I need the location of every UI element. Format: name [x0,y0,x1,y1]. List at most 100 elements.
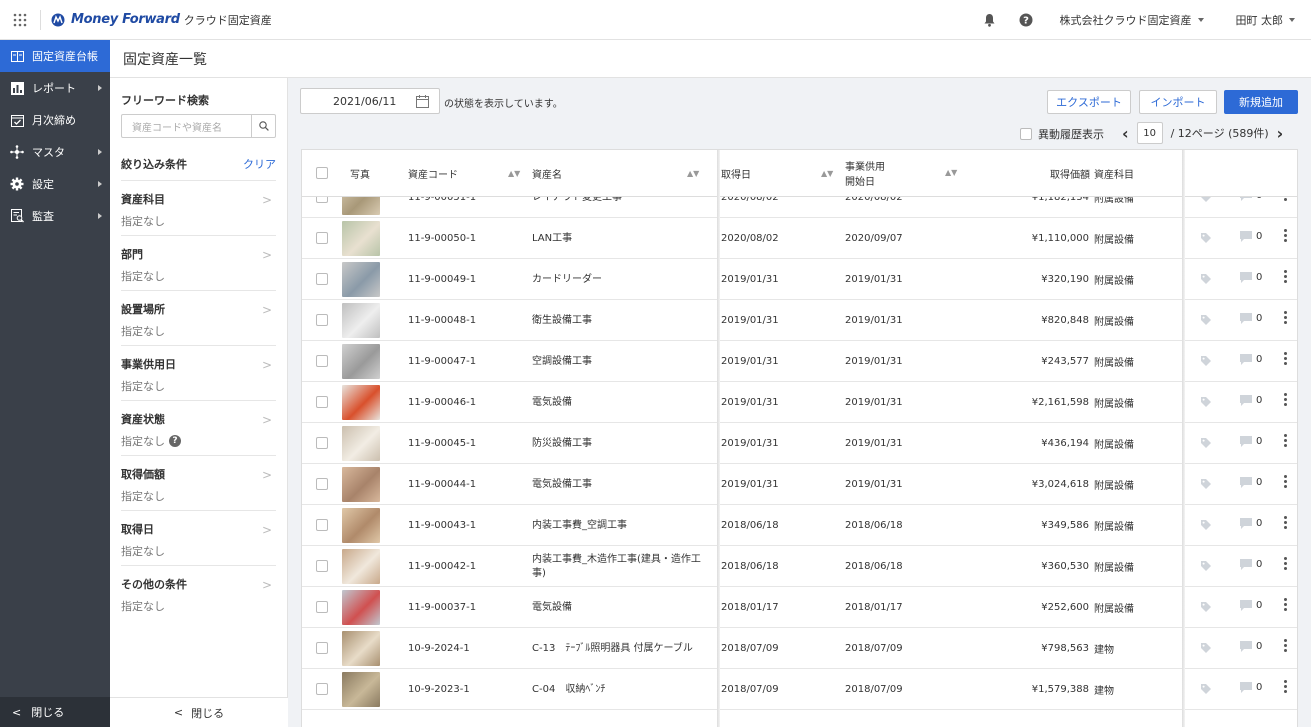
row-checkbox[interactable] [316,601,328,613]
row-checkbox[interactable] [316,519,328,531]
tag-icon[interactable] [1200,560,1212,575]
import-button[interactable]: インポート [1139,90,1217,114]
asset-code[interactable]: 11-9-00046-1 [408,382,476,423]
asset-name[interactable]: 空調設備工事 [532,341,712,382]
company-selector[interactable]: 株式会社クラウド固定資産 [1044,12,1220,28]
table-row[interactable]: 11-9-00046-1 電気設備 2019/01/31 2019/01/31 ¥2,1… [302,382,1297,423]
tag-icon[interactable] [1200,396,1212,411]
tag-icon[interactable] [1200,601,1212,616]
prev-page-icon[interactable]: ‹ [1122,124,1129,143]
tag-icon[interactable] [1200,437,1212,452]
asset-name[interactable]: C-04 収納ﾍﾞﾝﾁ [532,669,712,710]
row-checkbox[interactable] [316,478,328,490]
nav-item-report[interactable]: レポート [0,72,110,104]
row-checkbox[interactable] [316,314,328,326]
col-acquired[interactable]: 取得日 ▲▼ [721,150,833,196]
tag-icon[interactable] [1200,232,1212,247]
table-row[interactable]: 11-9-00045-1 防災設備工事 2019/01/31 2019/01/31 ¥4… [302,423,1297,464]
app-switcher-icon[interactable] [0,13,40,27]
more-options-icon[interactable] [1284,680,1288,695]
asset-code[interactable]: 11-9-00042-1 [408,546,476,587]
filter-group-acquisition-price[interactable]: 取得価額 指定なし > [121,455,276,510]
tag-icon[interactable] [1200,642,1212,657]
more-options-icon[interactable] [1284,598,1288,613]
tag-icon[interactable] [1200,314,1212,329]
comment-count[interactable]: 0 [1240,641,1262,652]
row-checkbox[interactable] [316,273,328,285]
comment-count[interactable]: 0 [1240,395,1262,406]
filter-group-asset-account[interactable]: 資産科目 指定なし > [121,180,276,235]
asset-code[interactable]: 10-9-2023-1 [408,669,470,710]
asset-photo[interactable] [342,590,380,625]
sort-icon[interactable]: ▲▼ [945,168,957,177]
asset-code[interactable]: 11-9-00049-1 [408,259,476,300]
more-options-icon[interactable] [1284,270,1288,285]
row-checkbox[interactable] [316,437,328,449]
asset-name[interactable]: 電気設備工事 [532,464,712,505]
table-row[interactable]: 10-9-2023-1 C-04 収納ﾍﾞﾝﾁ 2018/07/09 2018/07/… [302,669,1297,710]
asset-code[interactable]: 11-9-00043-1 [408,505,476,546]
nav-close-button[interactable]: < 閉じる [0,697,110,727]
table-row[interactable]: 11-9-00048-1 衛生設備工事 2019/01/31 2019/01/31 ¥8… [302,300,1297,341]
select-all-checkbox[interactable] [316,167,328,179]
row-checkbox[interactable] [316,355,328,367]
row-checkbox[interactable] [316,560,328,572]
asset-code[interactable]: 11-9-00048-1 [408,300,476,341]
table-row[interactable]: 11-9-00042-1 内装工事費_木造作工事(建具・造作工事) 2018/06/… [302,546,1297,587]
nav-item-settings[interactable]: 設定 [0,168,110,200]
next-page-icon[interactable]: › [1277,124,1284,143]
asset-photo[interactable] [342,221,380,256]
col-service-start[interactable]: 事業供用 開始日 ▲▼ [845,150,965,196]
table-row[interactable]: 10-9-2024-1 C-13 ﾃｰﾌﾞﾙ照明器具 付属ケーブル 2018/07/… [302,628,1297,669]
user-menu[interactable]: 田町 太郎 [1220,12,1311,28]
asset-name[interactable]: 内装工事費_木造作工事(建具・造作工事) [532,546,712,587]
comment-count[interactable]: 0 [1240,477,1262,488]
asset-name[interactable]: LAN工事 [532,218,712,259]
sort-icon[interactable]: ▲▼ [821,169,833,178]
filter-group-location[interactable]: 設置場所 指定なし > [121,290,276,345]
comment-count[interactable]: 0 [1240,436,1262,447]
col-code[interactable]: 資産コード ▲▼ [408,150,528,196]
filter-group-other[interactable]: その他の条件 指定なし > [121,565,276,620]
asset-code[interactable]: 11-9-00045-1 [408,423,476,464]
search-input[interactable]: 資産コードや資産名 [121,114,276,138]
asset-name[interactable]: 電気設備 [532,587,712,628]
asset-photo[interactable] [342,467,380,502]
asset-name[interactable]: 内装工事費_空調工事 [532,505,712,546]
asset-photo[interactable] [342,303,380,338]
asset-photo[interactable] [342,508,380,543]
asset-code[interactable]: 11-9-00044-1 [408,464,476,505]
bell-icon[interactable] [972,13,1008,27]
calendar-icon[interactable] [416,95,429,111]
tag-icon[interactable] [1200,355,1212,370]
comment-count[interactable]: 0 [1240,272,1262,283]
comment-count[interactable]: 0 [1240,231,1262,242]
filter-close-button[interactable]: < 閉じる [110,697,288,727]
asset-name[interactable]: 衛生設備工事 [532,300,712,341]
more-options-icon[interactable] [1284,516,1288,531]
search-icon[interactable] [251,115,275,137]
history-toggle[interactable]: 異動履歴表示 [1020,126,1104,142]
row-checkbox[interactable] [316,396,328,408]
tag-icon[interactable] [1200,683,1212,698]
nav-item-monthly-close[interactable]: 月次締め [0,104,110,136]
table-row[interactable]: 11-9-00050-1 LAN工事 2020/08/02 2020/09/07 ¥1,… [302,218,1297,259]
nav-item-ledger[interactable]: 固定資産台帳 [0,40,110,72]
more-options-icon[interactable] [1284,639,1288,654]
comment-count[interactable]: 0 [1240,313,1262,324]
comment-count[interactable]: 0 [1240,518,1262,529]
more-options-icon[interactable] [1284,557,1288,572]
filter-group-acquisition-date[interactable]: 取得日 指定なし > [121,510,276,565]
asset-photo[interactable] [342,262,380,297]
more-options-icon[interactable] [1284,229,1288,244]
more-options-icon[interactable] [1284,352,1288,367]
nav-item-master[interactable]: マスタ [0,136,110,168]
table-row[interactable]: 11-9-00037-1 電気設備 2018/01/17 2018/01/17 ¥252… [302,587,1297,628]
asset-name[interactable]: C-13 ﾃｰﾌﾞﾙ照明器具 付属ケーブル [532,628,712,669]
row-checkbox[interactable] [316,683,328,695]
filter-group-department[interactable]: 部門 指定なし > [121,235,276,290]
row-checkbox[interactable] [316,232,328,244]
help-icon[interactable]: ? [169,435,181,447]
date-picker[interactable]: 2021/06/11 [300,88,440,114]
more-options-icon[interactable] [1284,311,1288,326]
